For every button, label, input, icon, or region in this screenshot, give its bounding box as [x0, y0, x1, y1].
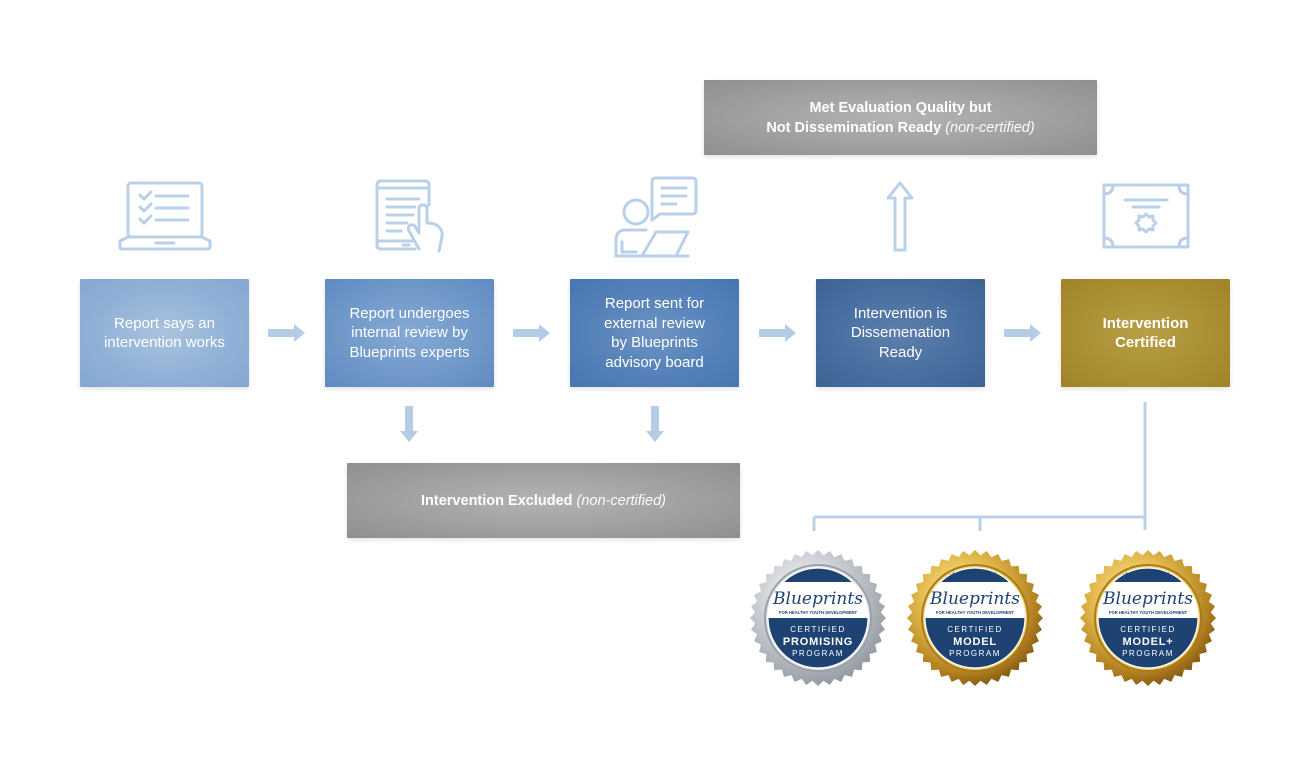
- badge-brand: Blueprints: [929, 589, 1020, 609]
- badge-stars: ★★★★★: [1122, 571, 1174, 582]
- badge-brand: Blueprints: [772, 589, 863, 609]
- arrow-right-icon: [1004, 324, 1041, 342]
- badge-level: MODEL: [953, 636, 997, 648]
- outcome-not-ready-line2: Not Dissemination Ready: [766, 119, 942, 136]
- step-text-line: Report sent for: [604, 295, 705, 312]
- outcome-not-dissemination-ready: Met Evaluation Quality but Not Dissemina…: [704, 80, 1097, 155]
- badge-brand: Blueprints: [1102, 589, 1193, 609]
- up-arrow-outline-icon: [885, 180, 915, 252]
- badge-program: PROGRAM: [949, 649, 1001, 658]
- step-text-line: Certified: [1115, 334, 1176, 351]
- arrow-right-icon: [759, 324, 796, 342]
- outcome-not-ready-line1: Met Evaluation Quality but: [809, 99, 992, 116]
- certification-badge-promising: ★★★★ Blueprints FOR HEALTHY YOUTH DEVELOPM…: [748, 548, 888, 688]
- step-text-line: Report undergoes: [349, 304, 470, 322]
- certificate-icon: [1101, 182, 1191, 250]
- step-text-line: Intervention: [1102, 314, 1189, 332]
- arrow-down-icon: [400, 406, 418, 442]
- tablet-touch-icon: [375, 179, 447, 255]
- badge-tagline: FOR HEALTHY YOUTH DEVELOPMENT: [936, 610, 1015, 615]
- badge-stars: ★★★★★: [949, 571, 1001, 582]
- badge-certified: CERTIFIED: [790, 625, 846, 634]
- badge-certified: CERTIFIED: [1120, 625, 1176, 634]
- person-chat-laptop-icon: [612, 174, 698, 260]
- arrow-down-icon: [646, 406, 664, 442]
- step-text-line: Report says an: [114, 314, 215, 332]
- step-text-line: external review: [604, 314, 705, 332]
- badge-certified: CERTIFIED: [947, 625, 1003, 634]
- step-external-review: Report sent for external review by Bluep…: [570, 279, 739, 387]
- laptop-checklist-icon: [118, 181, 212, 253]
- outcome-not-ready-note: (non-certified): [945, 119, 1035, 136]
- step-report-says: Report says an intervention works: [80, 279, 249, 387]
- step-text-line: internal review by: [351, 324, 468, 342]
- badge-tagline: FOR HEALTHY YOUTH DEVELOPMENT: [1109, 610, 1188, 615]
- step-certified: Intervention Certified: [1061, 279, 1230, 387]
- certification-badge-model-plus: ★★★★★ Blueprints FOR HEALTHY YOUTH DEVELOP…: [1078, 548, 1218, 688]
- badge-program: PROGRAM: [1122, 649, 1174, 658]
- badge-stars: ★★★★: [797, 571, 839, 582]
- badge-level: MODEL+: [1123, 636, 1174, 648]
- step-text-line: advisory board: [605, 353, 704, 371]
- certification-levels-connector: [812, 402, 1147, 531]
- step-text-line: by Blueprints: [611, 334, 698, 351]
- step-text-line: Blueprints experts: [349, 343, 470, 361]
- step-text-line: intervention works: [104, 334, 225, 351]
- step-text-line: Intervention is: [853, 304, 948, 322]
- outcome-excluded-label: Intervention Excluded: [421, 492, 573, 509]
- certification-badge-model: ★★★★★ Blueprints FOR HEALTHY YOUTH DEVELOP…: [905, 548, 1045, 688]
- badge-program: PROGRAM: [792, 649, 844, 658]
- step-internal-review: Report undergoes internal review by Blue…: [325, 279, 494, 387]
- arrow-right-icon: [268, 324, 305, 342]
- step-dissemination-ready: Intervention is Dissemenation Ready: [816, 279, 985, 387]
- outcome-excluded-note: (non-certified): [576, 492, 666, 509]
- arrow-right-icon: [513, 324, 550, 342]
- badge-level: PROMISING: [783, 636, 853, 648]
- step-text-line: Ready: [878, 343, 923, 361]
- badge-tagline: FOR HEALTHY YOUTH DEVELOPMENT: [779, 610, 858, 615]
- step-text-line: Dissemenation: [850, 324, 951, 342]
- outcome-excluded: Intervention Excluded (non-certified): [347, 463, 740, 538]
